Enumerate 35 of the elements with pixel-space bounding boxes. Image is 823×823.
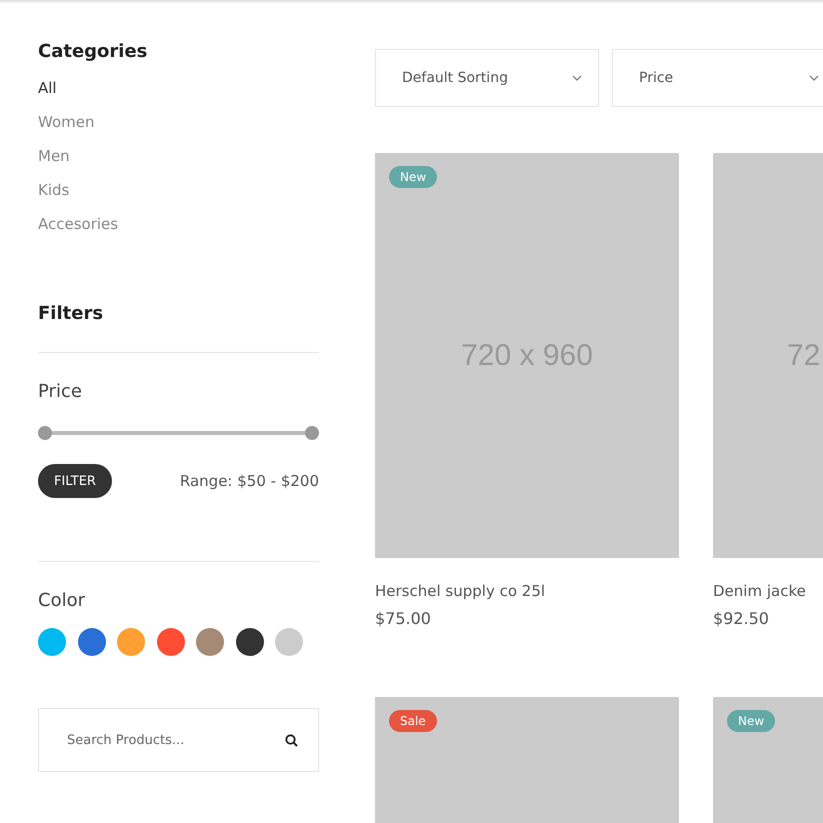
category-link[interactable]: Accesories xyxy=(38,214,319,235)
chevron-down-icon xyxy=(809,75,819,81)
category-link[interactable]: Kids xyxy=(38,180,319,201)
product-price: $75.00 xyxy=(375,609,432,628)
product-badge: New xyxy=(389,166,438,188)
color-swatch[interactable] xyxy=(117,628,145,656)
product-price: $92.50 xyxy=(713,609,770,628)
select-dropdown[interactable]: Price xyxy=(612,49,823,107)
price-range-text: Range: $50 - $200 xyxy=(180,472,319,490)
filter-button[interactable]: FILTER xyxy=(38,464,112,498)
price-slider[interactable] xyxy=(38,426,319,440)
image-placeholder[interactable]: New xyxy=(713,697,823,823)
color-swatch[interactable] xyxy=(78,628,106,656)
category-link[interactable]: Men xyxy=(38,146,319,167)
color-swatch[interactable] xyxy=(156,628,184,656)
color-swatch[interactable] xyxy=(196,628,224,656)
select-dropdown[interactable]: Default Sorting xyxy=(375,49,599,107)
slider-handle[interactable] xyxy=(305,426,319,440)
search-icon[interactable] xyxy=(285,734,298,746)
slider-handle[interactable] xyxy=(38,426,52,440)
product-badge: New xyxy=(727,710,776,732)
color-heading: Color xyxy=(38,590,86,611)
filters-heading: Filters xyxy=(38,303,104,324)
categories-heading: Categories xyxy=(38,41,148,62)
image-placeholder[interactable]: Sale xyxy=(375,697,679,823)
product-badge: Sale xyxy=(389,710,437,732)
chevron-down-icon xyxy=(572,75,582,81)
category-link[interactable]: Women xyxy=(38,112,319,133)
color-swatch[interactable] xyxy=(275,628,303,656)
color-swatch[interactable] xyxy=(38,628,66,656)
color-swatch[interactable] xyxy=(236,628,264,656)
product-name[interactable]: Denim jacke xyxy=(713,582,823,600)
product-name[interactable]: Herschel supply co 25l xyxy=(375,582,679,600)
price-heading: Price xyxy=(38,381,83,402)
category-link[interactable]: All xyxy=(38,78,319,99)
